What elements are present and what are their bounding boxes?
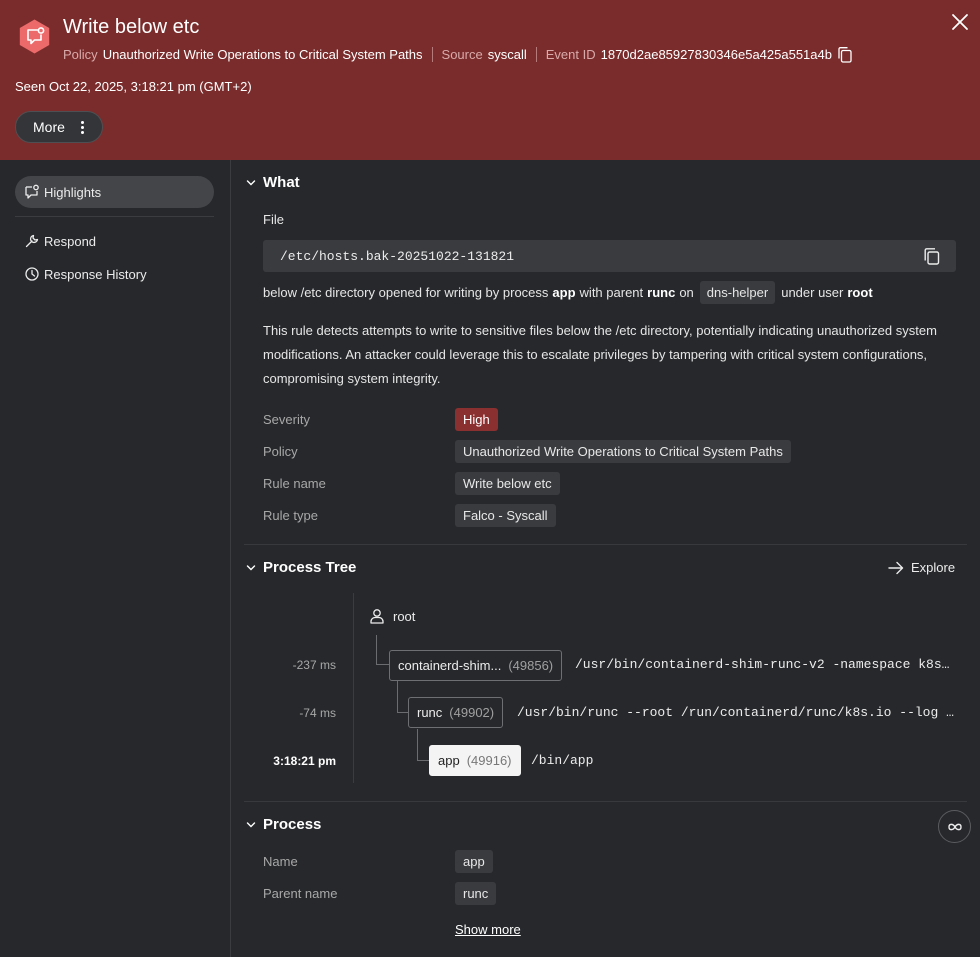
alert-message-icon — [19, 19, 50, 54]
rule-description: This rule detects attempts to write to s… — [263, 323, 937, 386]
summary-text: with parent — [579, 285, 644, 300]
event-summary: below /etc directory opened for writing … — [263, 281, 877, 304]
parent-name-label: Parent name — [263, 886, 338, 901]
sidebar: Highlights Respond Response History — [0, 160, 231, 957]
summary-parent: runc — [647, 285, 676, 300]
host-chip[interactable]: dns-helper — [699, 281, 776, 304]
tree-timeline — [353, 593, 354, 783]
node-time: 3:18:21 pm — [273, 754, 336, 768]
event-title: Write below etc — [63, 16, 200, 38]
sidebar-item-label: Response History — [44, 266, 147, 282]
tree-node-containerd-shim[interactable]: containerd-shim... (49856) — [389, 650, 563, 681]
policy-label: Policy — [63, 46, 98, 62]
sidebar-item-label: Respond — [44, 233, 97, 249]
summary-process: app — [552, 285, 576, 300]
tree-connector — [417, 729, 429, 761]
node-name: app — [438, 753, 460, 768]
arrow-right-icon — [888, 561, 904, 574]
file-path: /etc/hosts.bak-20251022-131821 — [263, 240, 956, 272]
summary-text: on — [679, 285, 694, 300]
seen-timestamp: Seen Oct 22, 2025, 3:18:21 pm (GMT+2) — [15, 79, 252, 94]
sidebar-item-respond[interactable]: Respond — [15, 225, 214, 257]
severity-badge: High — [455, 408, 498, 431]
more-button-label: More — [33, 119, 65, 135]
meta-divider — [535, 46, 537, 62]
chevron-down-icon — [246, 821, 256, 827]
tree-root-user: root — [369, 608, 415, 624]
node-name: runc — [417, 705, 443, 720]
main-panel: What File /etc/hosts.bak-20251022-131821… — [232, 160, 980, 957]
process-tree-section-toggle[interactable]: Process Tree — [246, 559, 356, 576]
node-command: /bin/app — [531, 753, 594, 768]
infinity-button[interactable] — [938, 810, 971, 843]
sidebar-item-label: Highlights — [44, 184, 102, 200]
root-user-label: root — [393, 608, 416, 624]
highlights-icon — [25, 184, 39, 199]
node-name: containerd-shim... — [398, 658, 502, 673]
node-time: -74 ms — [299, 706, 336, 720]
sidebar-item-response-history[interactable]: Response History — [15, 258, 214, 290]
tree-node-runc[interactable]: runc (49902) — [408, 697, 504, 728]
node-command: /usr/bin/runc --root /run/containerd/run… — [517, 705, 957, 720]
summary-text: under user — [781, 285, 844, 300]
policy-value: Unauthorized Write Operations to Critica… — [102, 46, 423, 62]
explore-button[interactable]: Explore — [888, 560, 955, 575]
wrench-icon — [25, 234, 39, 248]
section-title: What — [263, 174, 300, 191]
meta-divider — [431, 46, 433, 62]
summary-user: root — [847, 285, 873, 300]
source-value: syscall — [487, 46, 527, 62]
source-label: Source — [441, 46, 483, 62]
chevron-down-icon — [246, 564, 256, 570]
tree-connector — [376, 635, 389, 665]
sidebar-item-highlights[interactable]: Highlights — [15, 176, 214, 208]
event-id-value: 1870d2ae85927830346e5a425a551a4b — [600, 46, 832, 62]
node-pid: (49916) — [466, 753, 512, 768]
section-divider — [244, 544, 967, 545]
policy-field-label: Policy — [263, 444, 298, 459]
event-meta: Policy Unauthorized Write Operations to … — [63, 46, 852, 63]
user-icon — [370, 609, 384, 624]
parent-name-chip[interactable]: runc — [455, 882, 497, 905]
process-name-label: Name — [263, 854, 298, 869]
tree-node-app[interactable]: app (49916) — [429, 745, 521, 776]
rule-type-chip[interactable]: Falco - Syscall — [455, 504, 556, 527]
section-divider — [244, 801, 967, 802]
sidebar-divider — [15, 216, 214, 217]
what-section-toggle[interactable]: What — [246, 174, 300, 191]
summary-text: below /etc directory opened for writing … — [263, 285, 549, 300]
chevron-down-icon — [246, 179, 256, 185]
policy-chip[interactable]: Unauthorized Write Operations to Critica… — [455, 440, 791, 463]
more-button[interactable]: More — [15, 111, 103, 143]
infinity-icon — [947, 823, 962, 830]
node-pid: (49902) — [449, 705, 495, 720]
section-title: Process Tree — [263, 559, 357, 576]
clock-icon — [25, 267, 39, 281]
kebab-menu-icon — [80, 120, 84, 134]
severity-label: Severity — [263, 412, 310, 427]
event-header: Write below etc Policy Unauthorized Writ… — [0, 0, 980, 160]
copy-icon[interactable] — [924, 248, 940, 265]
file-label: File — [263, 212, 284, 227]
node-command: /usr/bin/containerd-shim-runc-v2 -namesp… — [575, 657, 955, 672]
show-more-link[interactable]: Show more — [455, 922, 521, 937]
tree-connector — [397, 681, 408, 713]
file-path-text: /etc/hosts.bak-20251022-131821 — [280, 248, 515, 264]
node-pid: (49856) — [508, 658, 554, 673]
rule-name-chip[interactable]: Write below etc — [455, 472, 560, 495]
copy-icon[interactable] — [838, 47, 852, 63]
process-section-toggle[interactable]: Process — [246, 816, 321, 833]
event-id-label: Event ID — [545, 46, 596, 62]
explore-label: Explore — [911, 560, 956, 575]
rule-name-label: Rule name — [263, 476, 326, 491]
rule-type-label: Rule type — [263, 508, 318, 523]
close-icon[interactable] — [951, 13, 969, 31]
process-name-chip[interactable]: app — [455, 850, 493, 873]
section-title: Process — [263, 816, 322, 833]
node-time: -237 ms — [292, 658, 336, 672]
